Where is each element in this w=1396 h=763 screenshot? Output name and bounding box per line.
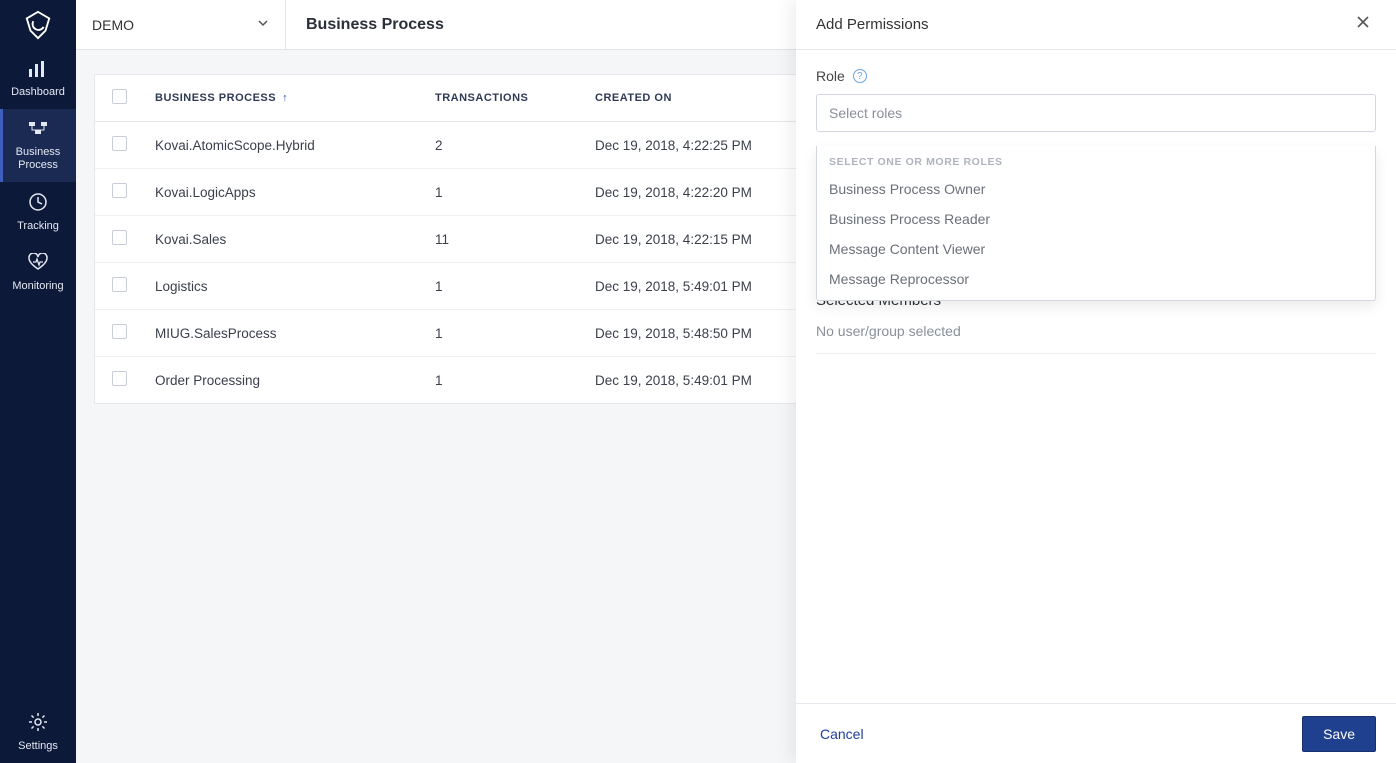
col-header-transactions[interactable]: TRANSACTIONS bbox=[423, 75, 583, 122]
panel-title: Add Permissions bbox=[816, 16, 929, 33]
add-permissions-panel: Add Permissions Role ? SELECT ONE OR MOR… bbox=[796, 0, 1396, 763]
cell-created: Dec 19, 2018, 5:49:01 PM bbox=[583, 357, 823, 404]
row-checkbox[interactable] bbox=[112, 324, 127, 339]
select-all-checkbox[interactable] bbox=[112, 89, 127, 104]
panel-footer: Cancel Save bbox=[796, 703, 1396, 763]
cell-name: Kovai.LogicApps bbox=[143, 169, 423, 216]
logo-icon bbox=[23, 10, 53, 40]
help-icon[interactable]: ? bbox=[853, 69, 867, 83]
cell-created: Dec 19, 2018, 4:22:25 PM bbox=[583, 122, 823, 169]
close-button[interactable] bbox=[1350, 9, 1376, 40]
cell-created: Dec 19, 2018, 4:22:15 PM bbox=[583, 216, 823, 263]
cancel-button[interactable]: Cancel bbox=[816, 716, 868, 752]
cell-transactions: 1 bbox=[423, 263, 583, 310]
sidebar-item-label: Tracking bbox=[17, 220, 59, 233]
col-header-created[interactable]: CREATED ON bbox=[583, 75, 823, 122]
row-checkbox[interactable] bbox=[112, 277, 127, 292]
chevron-down-icon bbox=[257, 17, 269, 32]
cell-name: Logistics bbox=[143, 263, 423, 310]
panel-header: Add Permissions bbox=[796, 0, 1396, 50]
sort-asc-icon: ↑ bbox=[282, 92, 288, 104]
sidebar-item-label: Business Process bbox=[4, 146, 72, 172]
monitoring-icon bbox=[28, 253, 48, 275]
tracking-icon bbox=[28, 192, 48, 216]
app-logo bbox=[0, 0, 76, 50]
cell-name: Kovai.Sales bbox=[143, 216, 423, 263]
cell-created: Dec 19, 2018, 4:22:20 PM bbox=[583, 169, 823, 216]
cell-transactions: 1 bbox=[423, 310, 583, 357]
row-checkbox[interactable] bbox=[112, 136, 127, 151]
col-header-name[interactable]: BUSINESS PROCESS↑ bbox=[143, 75, 423, 122]
sidebar-item-business-process[interactable]: Business Process bbox=[0, 109, 76, 182]
sidebar-item-tracking[interactable]: Tracking bbox=[0, 182, 76, 243]
workspace-name: DEMO bbox=[92, 17, 134, 33]
panel-body: Role ? SELECT ONE OR MORE ROLES Business… bbox=[796, 50, 1396, 703]
role-dropdown: SELECT ONE OR MORE ROLES Business Proces… bbox=[816, 146, 1376, 301]
process-icon bbox=[28, 119, 48, 141]
dashboard-icon bbox=[28, 60, 48, 82]
cell-name: Kovai.AtomicScope.Hybrid bbox=[143, 122, 423, 169]
left-sidebar: Dashboard Business Process Tracking Moni… bbox=[0, 0, 76, 763]
row-checkbox[interactable] bbox=[112, 183, 127, 198]
cell-created: Dec 19, 2018, 5:48:50 PM bbox=[583, 310, 823, 357]
cell-transactions: 1 bbox=[423, 357, 583, 404]
cell-transactions: 2 bbox=[423, 122, 583, 169]
dropdown-header: SELECT ONE OR MORE ROLES bbox=[817, 146, 1375, 174]
sidebar-item-settings[interactable]: Settings bbox=[0, 702, 76, 763]
row-checkbox[interactable] bbox=[112, 230, 127, 245]
role-option[interactable]: Message Content Viewer bbox=[817, 234, 1375, 264]
sidebar-item-dashboard[interactable]: Dashboard bbox=[0, 50, 76, 109]
role-option[interactable]: Message Reprocessor bbox=[817, 264, 1375, 294]
row-checkbox[interactable] bbox=[112, 371, 127, 386]
page-title: Business Process bbox=[286, 0, 464, 49]
workspace-selector[interactable]: DEMO bbox=[76, 0, 286, 49]
cell-name: MIUG.SalesProcess bbox=[143, 310, 423, 357]
role-option[interactable]: Business Process Owner bbox=[817, 174, 1375, 204]
sidebar-item-monitoring[interactable]: Monitoring bbox=[0, 243, 76, 302]
cell-created: Dec 19, 2018, 5:49:01 PM bbox=[583, 263, 823, 310]
cell-transactions: 11 bbox=[423, 216, 583, 263]
close-icon bbox=[1356, 16, 1370, 33]
save-button[interactable]: Save bbox=[1302, 716, 1376, 752]
gear-icon bbox=[28, 712, 48, 736]
cell-transactions: 1 bbox=[423, 169, 583, 216]
role-field-label: Role ? bbox=[816, 68, 1376, 84]
sidebar-item-label: Monitoring bbox=[12, 280, 63, 293]
no-selection-text: No user/group selected bbox=[816, 323, 1376, 354]
sidebar-item-label: Dashboard bbox=[11, 86, 65, 99]
sidebar-item-label: Settings bbox=[18, 740, 58, 753]
cell-name: Order Processing bbox=[143, 357, 423, 404]
role-option[interactable]: Business Process Reader bbox=[817, 204, 1375, 234]
role-select-input[interactable] bbox=[816, 94, 1376, 132]
